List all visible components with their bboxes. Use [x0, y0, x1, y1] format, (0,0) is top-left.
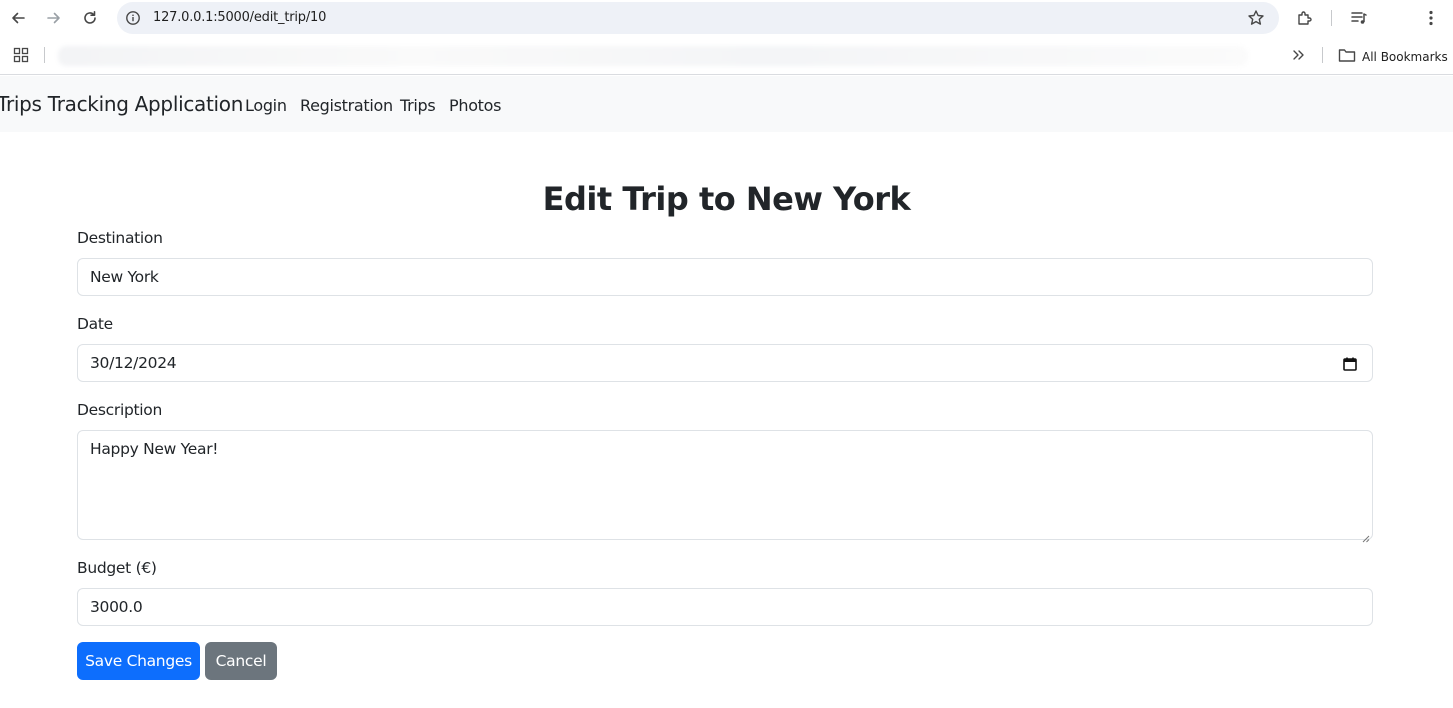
toolbar-divider	[1331, 10, 1332, 26]
budget-label: Budget (€)	[77, 559, 157, 577]
url-text[interactable]: 127.0.0.1:5000/edit_trip/10	[153, 10, 326, 25]
nav-link-registration[interactable]: Registration	[300, 96, 393, 115]
media-icon[interactable]	[1349, 8, 1369, 28]
app-navbar: Trips Tracking Application Login Registr…	[0, 76, 1453, 132]
date-input[interactable]: 30/12/2024	[77, 344, 1373, 382]
destination-label: Destination	[77, 229, 163, 247]
address-bar[interactable]: 127.0.0.1:5000/edit_trip/10	[117, 2, 1279, 34]
reload-icon[interactable]	[78, 6, 102, 30]
bookmarks-bar: All Bookmarks	[0, 36, 1453, 75]
menu-icon[interactable]	[1421, 8, 1441, 28]
apps-grid-icon[interactable]	[13, 47, 29, 68]
star-icon[interactable]	[1247, 9, 1265, 27]
folder-icon	[1338, 47, 1356, 66]
date-label: Date	[77, 315, 113, 333]
budget-input[interactable]: 3000.0	[77, 588, 1373, 626]
description-textarea[interactable]: Happy New Year!	[77, 430, 1373, 543]
nav-link-trips[interactable]: Trips	[400, 96, 436, 115]
calendar-icon[interactable]	[1342, 356, 1358, 372]
chevron-double-right-icon[interactable]	[1291, 47, 1307, 68]
description-value: Happy New Year!	[90, 440, 219, 458]
page-title: Edit Trip to New York	[542, 180, 911, 218]
date-value: 30/12/2024	[90, 354, 177, 372]
browser-toolbar: 127.0.0.1:5000/edit_trip/10	[0, 0, 1453, 36]
extensions-icon[interactable]	[1295, 8, 1315, 28]
forward-arrow-icon[interactable]	[42, 6, 66, 30]
all-bookmarks-button[interactable]: All Bookmarks	[1338, 47, 1448, 66]
blurred-bookmarks	[58, 46, 1248, 66]
destination-input[interactable]: New York	[77, 258, 1373, 296]
bookmarks-divider-right	[1322, 47, 1323, 63]
site-info-icon[interactable]	[125, 10, 141, 26]
all-bookmarks-label: All Bookmarks	[1362, 49, 1448, 64]
back-arrow-icon[interactable]	[6, 6, 30, 30]
nav-link-photos[interactable]: Photos	[449, 96, 501, 115]
resize-grip-icon[interactable]	[1362, 529, 1370, 543]
description-label: Description	[77, 401, 162, 419]
cancel-button[interactable]: Cancel	[205, 642, 277, 680]
destination-value: New York	[90, 268, 159, 286]
budget-value: 3000.0	[90, 598, 143, 616]
nav-link-login[interactable]: Login	[245, 96, 287, 115]
navbar-brand[interactable]: Trips Tracking Application	[0, 92, 243, 116]
save-changes-button[interactable]: Save Changes	[77, 642, 200, 680]
bookmarks-divider	[44, 47, 45, 63]
